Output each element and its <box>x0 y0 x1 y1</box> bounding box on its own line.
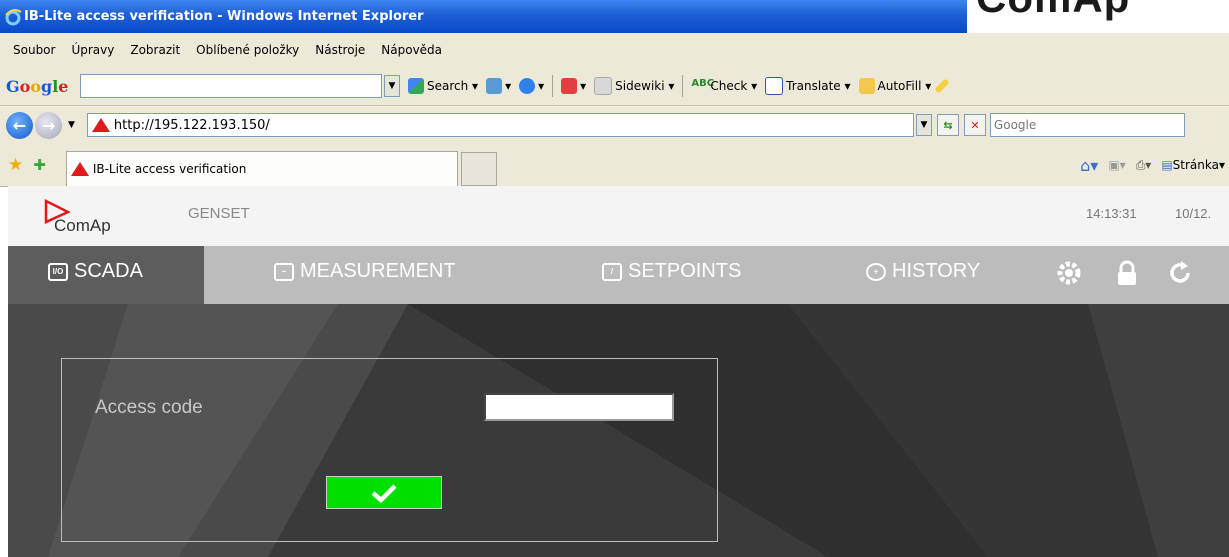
nav-measurement[interactable]: ~ MEASUREMENT <box>274 260 456 283</box>
google-search-input[interactable] <box>80 74 382 98</box>
window-title: IB-Lite access verification - Windows In… <box>24 9 424 24</box>
forward-button[interactable]: → <box>35 111 62 139</box>
print-icon[interactable]: ⎙▾ <box>1136 158 1152 173</box>
menu-zobrazit[interactable]: Zobrazit <box>130 43 180 57</box>
menu-oblibene[interactable]: Oblíbené položky <box>196 43 299 57</box>
checkmark-icon <box>371 483 397 503</box>
google-search-button[interactable]: Search ▾ <box>408 78 478 94</box>
plus-button[interactable]: ▾ <box>486 78 511 94</box>
quote-button[interactable]: ▾ <box>519 78 544 94</box>
google-toolbar: Google ▼ Search ▾ ▾ ▾ ▾ Sidewiki ▾ ABC C… <box>0 67 1229 106</box>
menu-napoveda[interactable]: Nápověda <box>381 43 442 57</box>
favorites-star-icon[interactable]: ★ <box>8 155 23 175</box>
menu-nastroje[interactable]: Nástroje <box>315 43 365 57</box>
live-search-input[interactable]: Google <box>989 113 1185 137</box>
refresh-page-icon[interactable] <box>1168 258 1194 288</box>
date: 10/12. <box>1175 206 1212 221</box>
scada-icon: I/O <box>48 262 68 281</box>
tab-active[interactable]: IB-Lite access verification <box>65 151 458 186</box>
popup-blocker-button[interactable]: ▾ <box>561 78 586 94</box>
autofill-icon <box>858 78 875 94</box>
access-code-label: Access code <box>95 397 203 418</box>
nav-history[interactable]: + HISTORY <box>866 260 980 283</box>
feeds-icon[interactable]: ▣▾ <box>1108 158 1125 172</box>
access-code-input[interactable] <box>484 393 674 421</box>
translate-icon <box>765 77 784 95</box>
refresh-button[interactable]: ⇆ <box>936 114 959 136</box>
add-favorite-icon[interactable]: ✚ <box>33 156 46 174</box>
content-area: Access code <box>8 304 1229 557</box>
back-arrow-icon: ← <box>12 115 27 135</box>
pencil-icon <box>934 78 951 94</box>
translate-button[interactable]: Translate ▾ <box>765 77 851 95</box>
tab-title: IB-Lite access verification <box>92 162 247 176</box>
menu-soubor[interactable]: Soubor <box>13 43 55 57</box>
toolbar-separator <box>552 75 554 97</box>
sidewiki-icon <box>594 77 613 95</box>
history-icon: + <box>866 262 886 281</box>
history-dropdown-icon[interactable]: ▼ <box>68 120 75 130</box>
measurement-icon: ~ <box>274 262 294 281</box>
menu-upravy[interactable]: Úpravy <box>71 43 114 57</box>
google-search-dropdown[interactable]: ▼ <box>384 75 400 97</box>
lock-icon[interactable] <box>1114 258 1140 288</box>
stop-button[interactable]: ✕ <box>963 114 986 136</box>
new-tab-button[interactable] <box>460 152 497 186</box>
popup-blocker-icon <box>561 78 578 94</box>
page-header: ComAp GENSET 14:13:31 10/12. <box>8 186 1229 246</box>
url-dropdown[interactable]: ▼ <box>915 114 932 136</box>
logo-text: ComAp <box>54 216 111 235</box>
nav-scada[interactable]: I/O SCADA <box>48 260 143 283</box>
back-button[interactable]: ← <box>6 111 33 139</box>
pencil-button[interactable] <box>934 78 951 94</box>
nav-setpoints[interactable]: / SETPOINTS <box>602 260 741 283</box>
quote-icon <box>519 78 536 94</box>
home-icon[interactable]: ⌂▾ <box>1080 156 1098 175</box>
internet-explorer-icon <box>5 8 22 25</box>
stop-icon: ✕ <box>970 118 980 132</box>
spellcheck-button[interactable]: ABC Check ▾ <box>691 78 757 94</box>
tab-favicon-icon <box>70 162 89 176</box>
menubar: Soubor Úpravy Zobrazit Oblíbené položky … <box>0 33 1229 67</box>
toolbar-separator <box>682 75 684 97</box>
submit-button[interactable] <box>326 476 442 509</box>
url-text: http://195.122.193.150/ <box>113 117 270 133</box>
sidewiki-button[interactable]: Sidewiki ▾ <box>594 77 674 95</box>
page-menu-button[interactable]: ▤Stránka▾ <box>1161 158 1225 172</box>
comap-watermark: ComAp <box>976 0 1130 22</box>
autofill-button[interactable]: AutoFill ▾ <box>858 78 931 94</box>
google-logo: Google <box>6 76 69 96</box>
clock: 14:13:31 <box>1086 206 1137 221</box>
access-panel: Access code <box>61 358 718 542</box>
address-bar: ← → ▼ http://195.122.193.150/ ▼ ⇆ ✕ Goog… <box>0 106 1229 144</box>
setpoints-icon: / <box>602 262 622 281</box>
page-icon: ▤ <box>1161 158 1173 172</box>
refresh-icon: ⇆ <box>943 118 953 132</box>
favorites-bar: ★ ✚ IB-Lite access verification ⌂▾ ▣▾ ⎙▾… <box>0 144 1229 187</box>
settings-gear-icon[interactable] <box>1056 258 1082 288</box>
main-nav: I/O SCADA ~ MEASUREMENT / SETPOINTS + HI… <box>8 246 1229 304</box>
spellcheck-icon: ABC <box>691 78 715 89</box>
url-field[interactable]: http://195.122.193.150/ <box>86 113 914 137</box>
command-bar: ⌂▾ ▣▾ ⎙▾ ▤Stránka▾ <box>1080 156 1225 175</box>
plus-icon <box>486 78 503 94</box>
google-search-icon <box>408 78 424 94</box>
forward-arrow-icon: → <box>41 115 56 135</box>
window-titlebar: IB-Lite access verification - Windows In… <box>0 0 967 33</box>
site-favicon-icon <box>91 118 110 132</box>
device-name: GENSET <box>188 205 250 222</box>
